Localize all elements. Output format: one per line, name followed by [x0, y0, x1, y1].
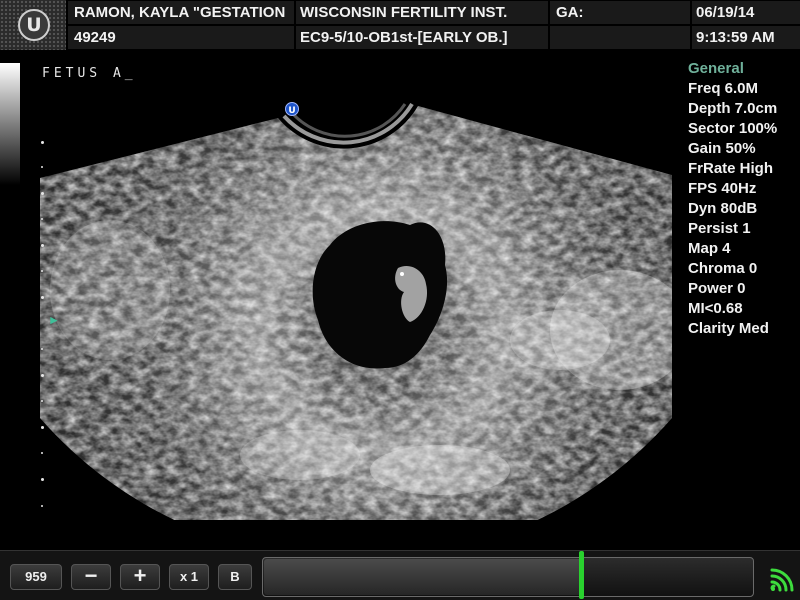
param-mechanical-index: MI<0.68: [688, 300, 743, 317]
depth-scale-dot: [41, 192, 44, 195]
param-frequency: Freq 6.0M: [688, 80, 759, 97]
param-chroma: Chroma 0: [688, 260, 758, 277]
logo-box: U: [0, 0, 66, 50]
param-sector: Sector 100%: [688, 120, 778, 137]
plus-button[interactable]: +: [120, 564, 160, 590]
param-frame-rate: FrRate High: [688, 160, 774, 177]
depth-scale-dot: [41, 348, 43, 350]
depth-scale-dot: [41, 374, 44, 377]
u-logo-icon: U: [18, 9, 50, 41]
svg-text:U: U: [288, 106, 295, 116]
institution-name: WISCONSIN FERTILITY INST.: [296, 1, 548, 24]
depth-scale-dot: [41, 296, 44, 299]
patient-name: RAMON, KAYLA "GESTATION: [68, 1, 294, 24]
depth-scale-dot: [41, 505, 43, 507]
ga-label: GA:: [550, 1, 690, 24]
param-map: Map 4: [688, 240, 731, 257]
header-bar: U RAMON, KAYLA "GESTATION 49249 WISCONSI…: [0, 0, 800, 50]
cine-scrollbar[interactable]: [262, 557, 754, 597]
depth-scale-dot: [41, 452, 43, 454]
depth-scale-dot: [41, 244, 44, 247]
ga-value: [550, 26, 690, 49]
depth-scale-dot: [41, 426, 44, 429]
parameters-title: General: [688, 60, 744, 77]
param-power: Power 0: [688, 280, 746, 297]
exam-time: 9:13:59 AM: [692, 26, 800, 49]
depth-scale-dot: [41, 141, 44, 144]
depth-scale-dot: [41, 218, 43, 220]
grayscale-bar: [0, 63, 20, 185]
cine-slider-handle[interactable]: [579, 551, 584, 599]
param-clarity: Clarity Med: [688, 320, 769, 337]
param-gain: Gain 50%: [688, 140, 756, 157]
patient-id: 49249: [68, 26, 294, 49]
depth-scale-dot: [41, 270, 43, 272]
frame-counter-button[interactable]: 959: [10, 564, 62, 590]
annotation-text: FETUS A_: [42, 66, 137, 81]
b-mode-button[interactable]: B: [218, 564, 252, 590]
probe-orientation-marker-icon: U: [285, 102, 299, 116]
param-persistence: Persist 1: [688, 220, 751, 237]
ultrasound-image: U: [40, 102, 672, 520]
cine-progress-fill: [264, 559, 583, 595]
param-depth: Depth 7.0cm: [688, 100, 778, 117]
focus-marker-icon[interactable]: ►: [48, 313, 60, 327]
zoom-button[interactable]: x 1: [169, 564, 209, 590]
imaging-parameters: General Freq 6.0M Depth 7.0cm Sector 100…: [688, 59, 800, 339]
param-fps: FPS 40Hz: [688, 180, 757, 197]
exam-preset: EC9-5/10-OB1st-[EARLY OB.]: [296, 26, 548, 49]
param-dynamic-range: Dyn 80dB: [688, 200, 758, 217]
exam-date: 06/19/14: [692, 1, 800, 24]
depth-scale-dot: [41, 166, 43, 168]
minus-button[interactable]: −: [71, 564, 111, 590]
depth-scale-dot: [41, 478, 44, 481]
wireless-signal-icon: [770, 568, 794, 592]
depth-scale-dot: [41, 400, 43, 402]
